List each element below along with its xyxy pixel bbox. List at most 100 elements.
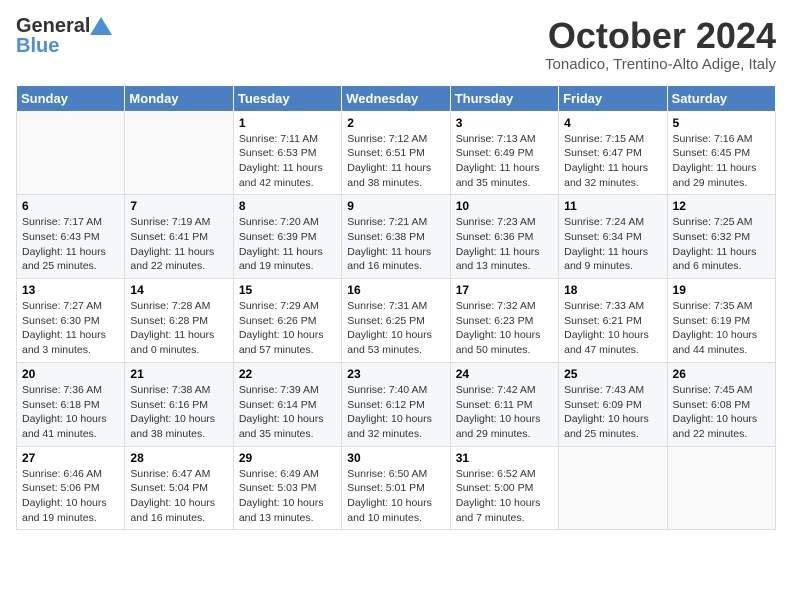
day-number: 24 [456, 367, 553, 381]
calendar-cell: 1Sunrise: 7:11 AM Sunset: 6:53 PM Daylig… [233, 111, 341, 195]
day-info: Sunrise: 6:46 AM Sunset: 5:06 PM Dayligh… [22, 467, 119, 526]
day-number: 11 [564, 199, 661, 213]
day-number: 31 [456, 451, 553, 465]
day-header-monday: Monday [125, 85, 233, 111]
day-info: Sunrise: 7:40 AM Sunset: 6:12 PM Dayligh… [347, 383, 444, 442]
calendar-cell: 9 Sunrise: 7:21 AM Sunset: 6:38 PM Daylig… [342, 195, 450, 279]
day-info: Sunrise: 7:25 AM Sunset: 6:32 PM Dayligh… [673, 215, 770, 274]
day-info: Sunrise: 7:21 AM Sunset: 6:38 PM Dayligh… [347, 215, 444, 274]
day-header-thursday: Thursday [450, 85, 558, 111]
day-info: Sunrise: 7:32 AM Sunset: 6:23 PM Dayligh… [456, 299, 553, 358]
day-number: 10 [456, 199, 553, 213]
calendar-cell [559, 446, 667, 530]
calendar-week-row: 6 Sunrise: 7:17 AM Sunset: 6:43 PM Daylig… [17, 195, 776, 279]
calendar-cell: 11 Sunrise: 7:24 AM Sunset: 6:34 PM Dayli… [559, 195, 667, 279]
calendar-cell: 30 Sunrise: 6:50 AM Sunset: 5:01 PM Dayli… [342, 446, 450, 530]
calendar-cell: 24 Sunrise: 7:42 AM Sunset: 6:11 PM Dayli… [450, 362, 558, 446]
day-info: Sunrise: 7:35 AM Sunset: 6:19 PM Dayligh… [673, 299, 770, 358]
logo: General Blue [16, 16, 112, 56]
day-info: Sunrise: 7:36 AM Sunset: 6:18 PM Dayligh… [22, 383, 119, 442]
day-info: Sunrise: 7:23 AM Sunset: 6:36 PM Dayligh… [456, 215, 553, 274]
calendar-cell: 28Sunrise: 6:47 AM Sunset: 5:04 PM Dayli… [125, 446, 233, 530]
calendar-cell [125, 111, 233, 195]
day-number: 15 [239, 283, 336, 297]
day-info: Sunrise: 6:49 AM Sunset: 5:03 PM Dayligh… [239, 467, 336, 526]
calendar-cell: 13 Sunrise: 7:27 AM Sunset: 6:30 PM Dayli… [17, 279, 125, 363]
calendar-cell: 25Sunrise: 7:43 AM Sunset: 6:09 PM Dayli… [559, 362, 667, 446]
calendar-cell: 15 Sunrise: 7:29 AM Sunset: 6:26 PM Dayli… [233, 279, 341, 363]
day-number: 26 [673, 367, 770, 381]
calendar-cell: 10 Sunrise: 7:23 AM Sunset: 6:36 PM Dayli… [450, 195, 558, 279]
day-info: Sunrise: 7:27 AM Sunset: 6:30 PM Dayligh… [22, 299, 119, 358]
calendar-cell: 2 Sunrise: 7:12 AM Sunset: 6:51 PM Daylig… [342, 111, 450, 195]
calendar-cell: 26Sunrise: 7:45 AM Sunset: 6:08 PM Dayli… [667, 362, 775, 446]
day-info: Sunrise: 7:31 AM Sunset: 6:25 PM Dayligh… [347, 299, 444, 358]
day-info: Sunrise: 6:50 AM Sunset: 5:01 PM Dayligh… [347, 467, 444, 526]
page-header: General Blue October 2024 Tonadico, Tren… [16, 16, 776, 73]
calendar-cell: 31 Sunrise: 6:52 AM Sunset: 5:00 PM Dayli… [450, 446, 558, 530]
logo-general-text: General [16, 16, 90, 36]
day-number: 18 [564, 283, 661, 297]
title-block: October 2024 Tonadico, Trentino-Alto Adi… [545, 16, 776, 73]
day-number: 2 [347, 116, 444, 130]
day-number: 27 [22, 451, 119, 465]
day-info: Sunrise: 6:52 AM Sunset: 5:00 PM Dayligh… [456, 467, 553, 526]
day-number: 4 [564, 116, 661, 130]
calendar-cell: 5 Sunrise: 7:16 AM Sunset: 6:45 PM Daylig… [667, 111, 775, 195]
day-info: Sunrise: 7:33 AM Sunset: 6:21 PM Dayligh… [564, 299, 661, 358]
logo-icon [90, 17, 112, 35]
calendar-cell: 23 Sunrise: 7:40 AM Sunset: 6:12 PM Dayli… [342, 362, 450, 446]
day-number: 17 [456, 283, 553, 297]
day-info: Sunrise: 7:20 AM Sunset: 6:39 PM Dayligh… [239, 215, 336, 274]
day-number: 30 [347, 451, 444, 465]
day-number: 19 [673, 283, 770, 297]
day-number: 21 [130, 367, 227, 381]
day-info: Sunrise: 7:38 AM Sunset: 6:16 PM Dayligh… [130, 383, 227, 442]
calendar-week-row: 20 Sunrise: 7:36 AM Sunset: 6:18 PM Dayli… [17, 362, 776, 446]
day-number: 22 [239, 367, 336, 381]
calendar-cell: 16 Sunrise: 7:31 AM Sunset: 6:25 PM Dayli… [342, 279, 450, 363]
day-info: Sunrise: 7:11 AM Sunset: 6:53 PM Dayligh… [239, 132, 336, 191]
day-info: Sunrise: 7:19 AM Sunset: 6:41 PM Dayligh… [130, 215, 227, 274]
calendar-table: SundayMondayTuesdayWednesdayThursdayFrid… [16, 85, 776, 531]
day-number: 9 [347, 199, 444, 213]
day-number: 25 [564, 367, 661, 381]
day-number: 16 [347, 283, 444, 297]
calendar-cell [17, 111, 125, 195]
day-number: 5 [673, 116, 770, 130]
day-number: 28 [130, 451, 227, 465]
day-info: Sunrise: 7:42 AM Sunset: 6:11 PM Dayligh… [456, 383, 553, 442]
logo-blue-text: Blue [16, 36, 59, 56]
day-header-friday: Friday [559, 85, 667, 111]
day-header-tuesday: Tuesday [233, 85, 341, 111]
month-title: October 2024 [545, 16, 776, 56]
day-number: 13 [22, 283, 119, 297]
day-header-saturday: Saturday [667, 85, 775, 111]
day-info: Sunrise: 7:29 AM Sunset: 6:26 PM Dayligh… [239, 299, 336, 358]
day-number: 8 [239, 199, 336, 213]
day-info: Sunrise: 7:39 AM Sunset: 6:14 PM Dayligh… [239, 383, 336, 442]
calendar-cell: 21 Sunrise: 7:38 AM Sunset: 6:16 PM Dayli… [125, 362, 233, 446]
calendar-cell: 19 Sunrise: 7:35 AM Sunset: 6:19 PM Dayli… [667, 279, 775, 363]
calendar-cell: 7Sunrise: 7:19 AM Sunset: 6:41 PM Daylig… [125, 195, 233, 279]
calendar-cell: 29Sunrise: 6:49 AM Sunset: 5:03 PM Dayli… [233, 446, 341, 530]
day-number: 20 [22, 367, 119, 381]
day-info: Sunrise: 7:12 AM Sunset: 6:51 PM Dayligh… [347, 132, 444, 191]
location-subtitle: Tonadico, Trentino-Alto Adige, Italy [545, 56, 776, 73]
day-number: 6 [22, 199, 119, 213]
calendar-cell: 27 Sunrise: 6:46 AM Sunset: 5:06 PM Dayli… [17, 446, 125, 530]
calendar-cell: 18 Sunrise: 7:33 AM Sunset: 6:21 PM Dayli… [559, 279, 667, 363]
calendar-cell: 14Sunrise: 7:28 AM Sunset: 6:28 PM Dayli… [125, 279, 233, 363]
calendar-cell: 20 Sunrise: 7:36 AM Sunset: 6:18 PM Dayli… [17, 362, 125, 446]
calendar-cell: 6 Sunrise: 7:17 AM Sunset: 6:43 PM Daylig… [17, 195, 125, 279]
day-info: Sunrise: 7:16 AM Sunset: 6:45 PM Dayligh… [673, 132, 770, 191]
day-info: Sunrise: 7:17 AM Sunset: 6:43 PM Dayligh… [22, 215, 119, 274]
day-info: Sunrise: 7:24 AM Sunset: 6:34 PM Dayligh… [564, 215, 661, 274]
calendar-cell: 22 Sunrise: 7:39 AM Sunset: 6:14 PM Dayli… [233, 362, 341, 446]
day-number: 14 [130, 283, 227, 297]
calendar-week-row: 13 Sunrise: 7:27 AM Sunset: 6:30 PM Dayli… [17, 279, 776, 363]
day-number: 23 [347, 367, 444, 381]
day-info: Sunrise: 7:15 AM Sunset: 6:47 PM Dayligh… [564, 132, 661, 191]
calendar-cell: 4 Sunrise: 7:15 AM Sunset: 6:47 PM Daylig… [559, 111, 667, 195]
calendar-week-row: 27 Sunrise: 6:46 AM Sunset: 5:06 PM Dayli… [17, 446, 776, 530]
